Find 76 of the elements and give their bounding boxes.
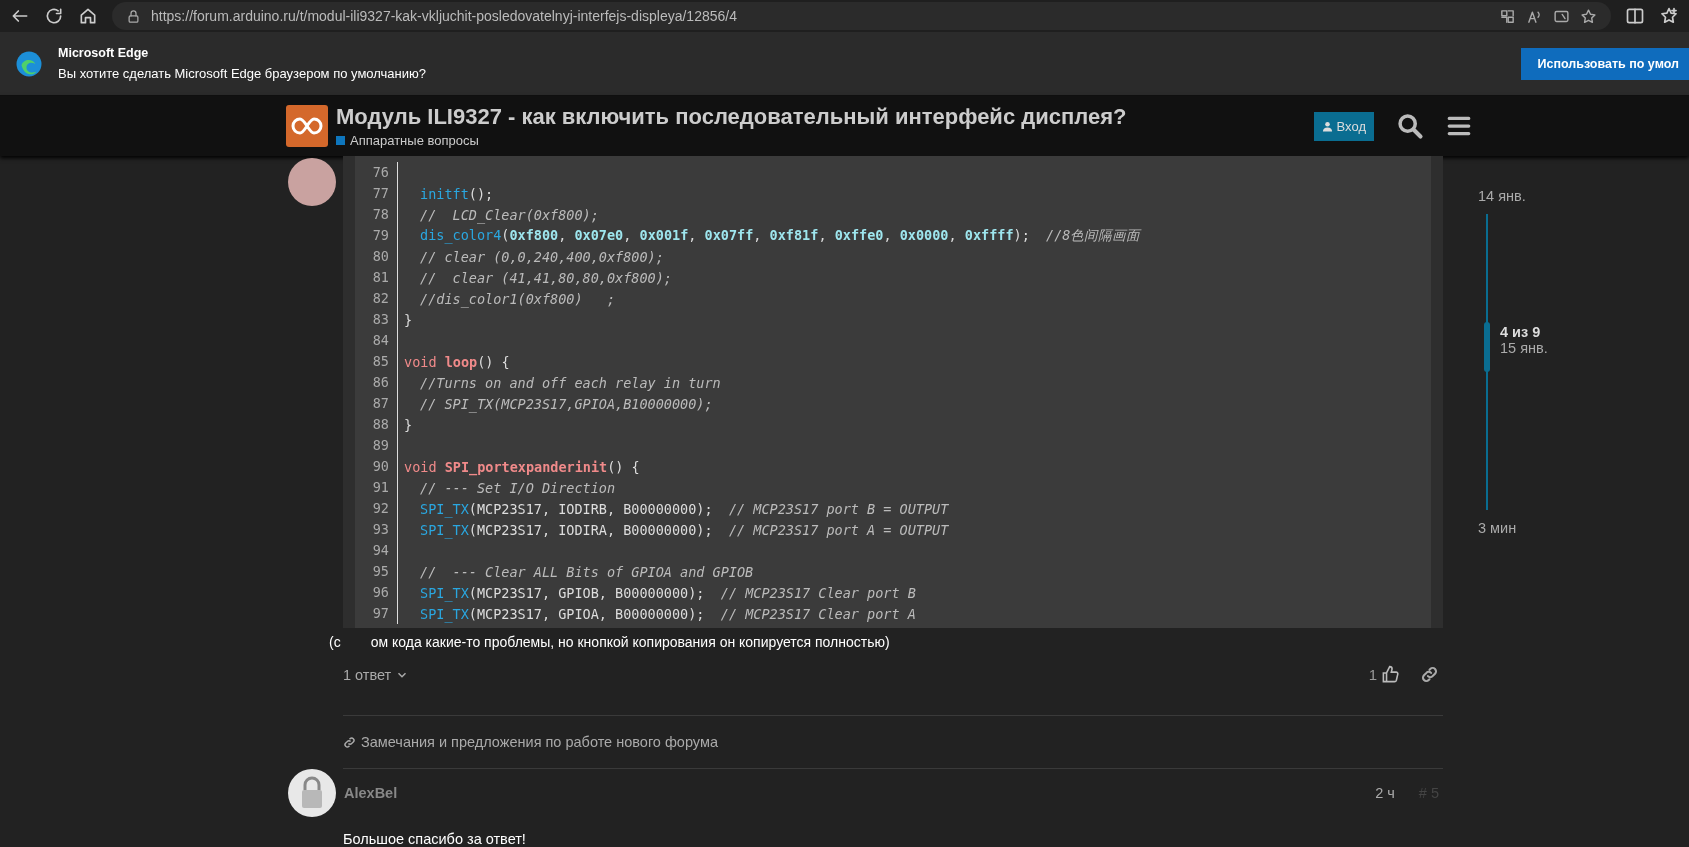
category-link[interactable]: Аппаратные вопросы: [350, 133, 479, 148]
timeline-date: 15 янв.: [1500, 340, 1548, 357]
line-number: 90: [355, 456, 398, 477]
line-number: 87: [355, 393, 398, 414]
code-line: SPI_TX(MCP23S17, GPIOA, B00000000); // MCP23S17 Clear port A: [419, 605, 916, 622]
line-number: 93: [355, 519, 398, 540]
line-number: 96: [355, 582, 398, 603]
line-number: 80: [355, 246, 398, 267]
line-number: 82: [355, 288, 398, 309]
timeline-end-date[interactable]: 3 мин: [1478, 520, 1598, 536]
code-line: // clear (0,0,240,400,0xf800);: [419, 248, 664, 265]
topic-title[interactable]: Модуль ILI9327 - как включить последовательный интерфейс дисплея?: [336, 104, 1127, 130]
line-number: 89: [355, 435, 398, 456]
code-line: // clear (41,41,80,80,0xf800);: [419, 269, 672, 286]
line-number: 76: [355, 162, 398, 183]
link-icon[interactable]: [1420, 665, 1439, 684]
set-default-button[interactable]: Использовать по умол: [1521, 47, 1689, 80]
code-line: //dis_color1(0xf800) ;: [419, 290, 616, 307]
timeline-handle[interactable]: [1484, 322, 1490, 373]
banner-title: Microsoft Edge: [58, 46, 150, 60]
lock-icon: [126, 8, 141, 24]
grid-icon[interactable]: [1499, 7, 1516, 25]
code-line: // LCD_Clear(0xf800);: [419, 206, 599, 223]
line-number: 83: [355, 309, 398, 330]
author-name[interactable]: AlexBel: [344, 785, 398, 801]
home-icon[interactable]: [78, 6, 98, 26]
like-button[interactable]: 1: [1362, 664, 1406, 685]
line-number: 79: [355, 225, 398, 246]
code-line: //Turns on and off each relay in turn: [419, 374, 721, 391]
star-icon[interactable]: [1580, 7, 1597, 25]
caption-text: ом кода какие-то проблемы, но кнопкой копирования он копируется полностью): [370, 634, 890, 650]
forum-logo-icon[interactable]: [286, 105, 328, 147]
code-line: SPI_TX(MCP23S17, IODIRA, B00000000); // MCP23S17 port A = OUTPUT: [419, 521, 949, 538]
code-line: dis_color4(0xf800, 0x07e0, 0x001f, 0x07ff, 0xf81f, 0xffe0, 0x0000, 0xffff); //8色间隔画面: [419, 226, 1141, 245]
address-bar[interactable]: https://forum.arduino.ru/t/modul-ili9327-kak-vkljuchit-posledovatelnyj-interfejs-displeya/12856/4: [112, 2, 1611, 30]
code-line: // --- Clear ALL Bits of GPIOA and GPIOB: [419, 563, 754, 580]
code-line: SPI_TX(MCP23S17, GPIOB, B00000000); // MCP23S17 Clear port B: [419, 584, 916, 601]
line-number: 86: [355, 372, 398, 393]
code-line: SPI_TX(MCP23S17, IODIRB, B00000000); // MCP23S17 port B = OUTPUT: [419, 500, 949, 517]
category-square-icon: [336, 136, 345, 145]
line-number: 84: [355, 330, 398, 351]
code-line: // --- Set I/O Direction: [419, 479, 616, 496]
linked-topic-link[interactable]: Замечания и предложения по работе нового форума: [343, 716, 1443, 768]
favorites-icon[interactable]: [1659, 6, 1679, 26]
replies-button[interactable]: 1 ответ: [343, 666, 410, 683]
code-line: void loop() {: [403, 353, 510, 370]
person-icon: [1321, 120, 1333, 132]
thumbs-up-icon: [1381, 665, 1400, 684]
timeline-start-date[interactable]: 14 янв.: [1478, 188, 1598, 204]
banner-message: Вы хотите сделать Microsoft Edge браузером по умолчанию?: [58, 66, 426, 81]
line-number: 81: [355, 267, 398, 288]
line-number: 77: [355, 183, 398, 204]
link-icon: [343, 735, 356, 749]
code-line: initft();: [419, 185, 494, 202]
line-number: 95: [355, 561, 398, 582]
line-number: 78: [355, 204, 398, 225]
post-text: Большое спасибо за ответ!: [343, 831, 527, 847]
code-line: // SPI_TX(MCP23S17,GPIOA,B10000000);: [419, 395, 713, 412]
padlock-avatar[interactable]: [288, 769, 336, 817]
line-number: 92: [355, 498, 398, 519]
code-line: }: [403, 311, 413, 328]
post-time[interactable]: 2 ч: [1375, 785, 1395, 801]
line-number: 85: [355, 351, 398, 372]
timeline-position: 4 из 9: [1500, 324, 1542, 341]
split-screen-icon[interactable]: [1625, 6, 1645, 26]
line-number: 94: [355, 540, 398, 561]
caption-text: (с: [329, 634, 341, 650]
refresh-icon[interactable]: [44, 6, 64, 26]
search-icon[interactable]: [1396, 112, 1424, 140]
line-number: 88: [355, 414, 398, 435]
line-number: 91: [355, 477, 398, 498]
code-line: }: [403, 416, 413, 433]
code-line: void SPI_portexpanderinit() {: [403, 458, 640, 475]
line-number: 97: [355, 603, 398, 624]
login-button[interactable]: Вход: [1313, 111, 1374, 141]
user-avatar[interactable]: [288, 158, 336, 206]
